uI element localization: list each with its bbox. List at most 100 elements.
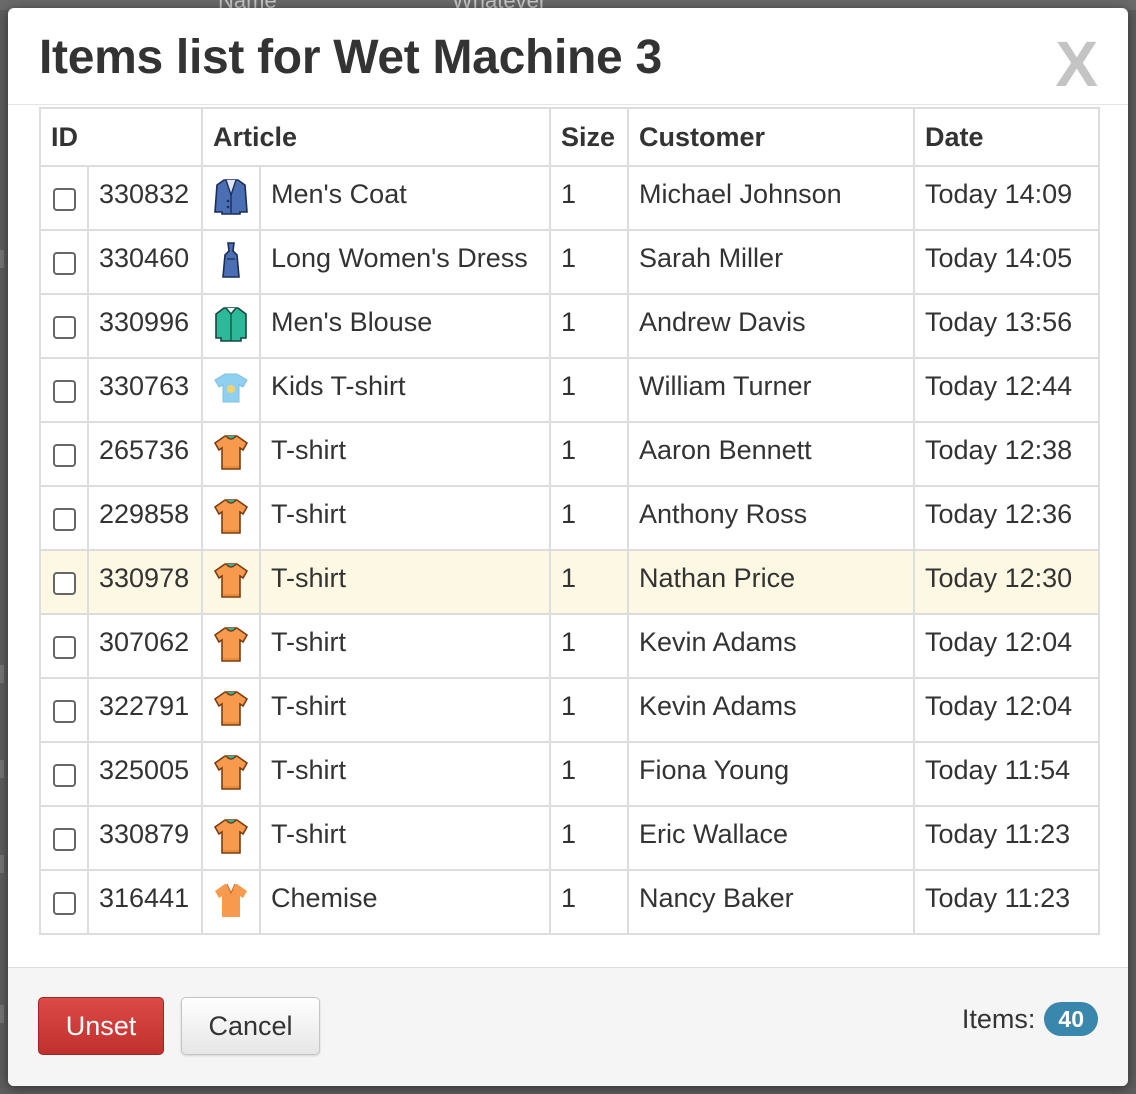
row-checkbox[interactable]: [52, 252, 76, 275]
tshirt-icon: [213, 627, 249, 669]
row-icon-cell: [201, 741, 261, 807]
row-customer: Eric Wallace: [627, 805, 916, 871]
row-checkbox[interactable]: [52, 700, 76, 723]
table-body: 330832 Men's Coat 1 Michael Johnson Today 14…: [39, 165, 1101, 935]
row-customer: Michael Johnson: [627, 165, 916, 231]
row-article: Kids T-shirt: [258, 357, 552, 423]
row-article: Chemise: [258, 869, 552, 935]
row-icon-cell: [201, 869, 261, 935]
row-select-cell: [39, 869, 89, 935]
row-checkbox[interactable]: [52, 444, 76, 467]
row-checkbox[interactable]: [52, 892, 76, 915]
row-customer: Andrew Davis: [627, 293, 916, 359]
column-header-article[interactable]: Article: [200, 107, 552, 167]
row-article: Long Women's Dress: [258, 229, 552, 295]
row-article: Men's Blouse: [258, 293, 552, 359]
row-select-cell: [39, 613, 89, 679]
unset-button[interactable]: Unset: [38, 997, 164, 1055]
items-count: Items: 40: [962, 1002, 1098, 1036]
row-customer: Kevin Adams: [627, 677, 916, 743]
row-checkbox[interactable]: [52, 828, 76, 851]
row-id: 322791: [87, 677, 203, 743]
row-select-cell: [39, 485, 89, 551]
row-size: 1: [549, 741, 630, 807]
background-fragment: [0, 1005, 4, 1023]
blouse-icon: [214, 307, 248, 349]
row-date: Today 14:09: [913, 165, 1101, 231]
tshirt-icon: [213, 819, 249, 861]
row-date: Today 11:23: [913, 869, 1101, 935]
row-icon-cell: [201, 549, 261, 615]
row-checkbox[interactable]: [52, 508, 76, 531]
row-article: T-shirt: [258, 805, 552, 871]
column-header-size[interactable]: Size: [549, 107, 630, 167]
row-checkbox[interactable]: [52, 380, 76, 403]
column-header-id[interactable]: ID: [39, 107, 203, 167]
row-article: Men's Coat: [258, 165, 552, 231]
table-row[interactable]: 307062 T-shirt 1 Kevin Adams Today 12:04: [39, 613, 1101, 679]
table-row[interactable]: 316441 Chemise 1 Nancy Baker Today 11:23: [39, 869, 1101, 935]
coat-icon: [214, 179, 248, 221]
table-row[interactable]: 330460 Long Women's Dress 1 Sarah Miller Tod…: [39, 229, 1101, 295]
table-row[interactable]: 330763 Kids T-shirt 1 William Turner Today 1…: [39, 357, 1101, 423]
modal-footer: Unset Cancel Items: 40: [8, 967, 1128, 1086]
row-select-cell: [39, 741, 89, 807]
row-checkbox[interactable]: [52, 572, 76, 595]
row-article: T-shirt: [258, 421, 552, 487]
row-customer: Fiona Young: [627, 741, 916, 807]
table-row[interactable]: 330996 Men's Blouse 1 Andrew Davis Today 13:…: [39, 293, 1101, 359]
background-fragment: [0, 665, 4, 683]
row-icon-cell: [201, 165, 261, 231]
tshirt-icon: [213, 435, 249, 477]
row-date: Today 11:23: [913, 805, 1101, 871]
background-fragment: [0, 855, 4, 873]
items-table: ID Article Size Customer Date 330832 Men'…: [39, 107, 1101, 935]
row-customer: Anthony Ross: [627, 485, 916, 551]
row-checkbox[interactable]: [52, 764, 76, 787]
row-size: 1: [549, 293, 630, 359]
row-size: 1: [549, 229, 630, 295]
table-row[interactable]: 229858 T-shirt 1 Anthony Ross Today 12:36: [39, 485, 1101, 551]
row-id: 330879: [87, 805, 203, 871]
tshirt-icon: [213, 755, 249, 797]
table-row[interactable]: 330978 T-shirt 1 Nathan Price Today 12:30: [39, 549, 1101, 615]
table-row[interactable]: 322791 T-shirt 1 Kevin Adams Today 12:04: [39, 677, 1101, 743]
row-date: Today 14:05: [913, 229, 1101, 295]
row-checkbox[interactable]: [52, 636, 76, 659]
row-size: 1: [549, 869, 630, 935]
row-icon-cell: [201, 485, 261, 551]
row-article: T-shirt: [258, 613, 552, 679]
row-article: T-shirt: [258, 741, 552, 807]
row-date: Today 12:30: [913, 549, 1101, 615]
cancel-button[interactable]: Cancel: [181, 997, 320, 1055]
row-customer: Sarah Miller: [627, 229, 916, 295]
table-row[interactable]: 325005 T-shirt 1 Fiona Young Today 11:54: [39, 741, 1101, 807]
column-header-date[interactable]: Date: [913, 107, 1101, 167]
row-id: 330832: [87, 165, 203, 231]
row-customer: Aaron Bennett: [627, 421, 916, 487]
row-select-cell: [39, 677, 89, 743]
modal-header: Items list for Wet Machine 3 X: [8, 8, 1128, 105]
close-button[interactable]: X: [1055, 32, 1098, 96]
row-id: 330763: [87, 357, 203, 423]
row-id: 330460: [87, 229, 203, 295]
row-checkbox[interactable]: [52, 188, 76, 211]
items-count-badge: 40: [1044, 1002, 1098, 1036]
row-icon-cell: [201, 421, 261, 487]
row-size: 1: [549, 485, 630, 551]
table-row[interactable]: 265736 T-shirt 1 Aaron Bennett Today 12:38: [39, 421, 1101, 487]
row-article: T-shirt: [258, 485, 552, 551]
row-size: 1: [549, 613, 630, 679]
row-select-cell: [39, 549, 89, 615]
items-count-label: Items:: [961, 1003, 1036, 1034]
tshirt-icon: [213, 499, 249, 541]
items-modal: Items list for Wet Machine 3 X ID Articl…: [8, 8, 1128, 1086]
row-id: 330978: [87, 549, 203, 615]
table-row[interactable]: 330832 Men's Coat 1 Michael Johnson Today 14…: [39, 165, 1101, 231]
column-header-customer[interactable]: Customer: [627, 107, 916, 167]
row-checkbox[interactable]: [52, 316, 76, 339]
row-select-cell: [39, 357, 89, 423]
row-date: Today 12:36: [913, 485, 1101, 551]
table-row[interactable]: 330879 T-shirt 1 Eric Wallace Today 11:23: [39, 805, 1101, 871]
row-size: 1: [549, 357, 630, 423]
